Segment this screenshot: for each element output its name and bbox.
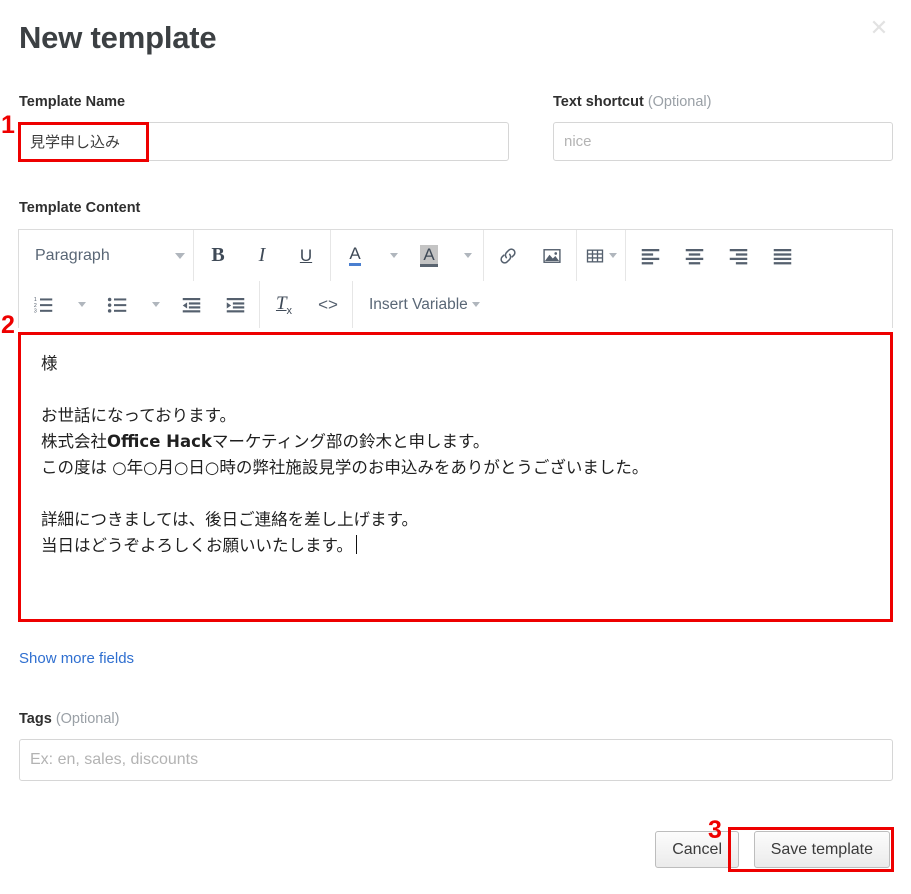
paragraph-style-select[interactable]: Paragraph (21, 239, 191, 273)
content-line-2 (41, 377, 870, 403)
content-line-4-suffix: マーケティング部の鈴木と申します。 (211, 432, 490, 451)
text-shortcut-label-text: Text shortcut (553, 94, 644, 110)
toolbar-row-2: 123 Tx <> Insert Variable (19, 281, 892, 328)
annotation-marker-2: 2 (1, 311, 15, 339)
toolbar-group-variable: Insert Variable (353, 281, 490, 328)
unordered-list-dropdown[interactable] (139, 288, 169, 322)
chevron-down-icon (175, 252, 185, 259)
save-template-button[interactable]: Save template (753, 831, 890, 868)
align-center-button[interactable] (672, 239, 716, 273)
toolbar-group-lists: 123 (19, 281, 260, 328)
chevron-down-icon (609, 253, 617, 258)
new-template-dialog: ✕ New template Template Name Text shortc… (0, 0, 911, 894)
align-left-button[interactable] (628, 239, 672, 273)
toolbar-group-textstyle: B I U (194, 230, 331, 281)
italic-button[interactable]: I (240, 239, 284, 273)
indent-icon (226, 297, 244, 312)
code-icon: <> (318, 294, 338, 314)
align-center-icon (685, 248, 703, 264)
content-line-1: 様 (41, 354, 58, 373)
annotation-marker-1: 1 (1, 111, 15, 139)
content-line-4-bold: Office Hack (107, 432, 212, 451)
highlight-color-icon: A (420, 244, 438, 267)
editor-toolbar: Paragraph B I U A A 1 2 3 Tx <> Insert V… (18, 229, 893, 328)
insert-variable-dropdown[interactable]: Insert Variable (355, 288, 488, 322)
highlight-color-dropdown[interactable] (451, 239, 481, 273)
chevron-down-icon (471, 302, 480, 307)
underline-button[interactable]: U (284, 239, 328, 273)
font-color-dropdown[interactable] (377, 239, 407, 273)
insert-variable-label: Insert Variable (369, 295, 468, 313)
tags-label: Tags (Optional) (19, 711, 119, 727)
text-cursor (355, 535, 357, 554)
unordered-list-button[interactable] (95, 288, 139, 322)
content-line-5: この度は ○年○月○日○時の弊社施設見学のお申込みをありがとうございました。 (41, 458, 649, 477)
font-color-icon: A (349, 245, 361, 266)
image-icon (543, 248, 561, 263)
align-right-icon (729, 248, 747, 264)
template-content-editor[interactable]: 様 お世話になっております。 株式会社Office Hackマーケティング部の鈴… (18, 332, 893, 622)
toolbar-row-1: Paragraph B I U A A (19, 230, 892, 281)
toolbar-group-align (626, 230, 806, 281)
text-shortcut-input[interactable] (553, 122, 893, 161)
ordered-list-icon: 123 (33, 297, 52, 314)
outdent-icon (182, 297, 200, 312)
toolbar-group-tools: Tx <> (260, 281, 353, 328)
content-line-7: 詳細につきましては、後日ご連絡を差し上げます。 (41, 510, 419, 529)
toolbar-group-paragraph: Paragraph (19, 230, 194, 281)
tags-label-text: Tags (19, 711, 52, 727)
content-line-8-text: 当日はどうぞよろしくお願いいたします。 (41, 536, 353, 555)
template-name-label: Template Name (19, 94, 126, 110)
rich-text-editor: Paragraph B I U A A 1 2 3 Tx <> Insert V… (18, 229, 893, 328)
align-justify-button[interactable] (760, 239, 804, 273)
toolbar-group-insert (484, 230, 577, 281)
link-icon (500, 247, 516, 264)
paragraph-style-value: Paragraph (35, 246, 110, 264)
page-title: New template (19, 20, 217, 55)
insert-table-button[interactable] (579, 239, 623, 273)
tags-optional: (Optional) (55, 711, 120, 727)
outdent-button[interactable] (169, 288, 213, 322)
clear-formatting-button[interactable]: Tx (262, 288, 306, 322)
align-left-icon (641, 248, 659, 264)
content-line-4-prefix: 株式会社 (41, 432, 107, 451)
align-right-button[interactable] (716, 239, 760, 273)
highlight-color-button[interactable]: A (407, 239, 451, 273)
close-icon[interactable]: ✕ (867, 16, 891, 40)
underline-icon: U (299, 245, 313, 265)
template-name-input[interactable] (19, 122, 509, 161)
cancel-button[interactable]: Cancel (655, 831, 739, 868)
chevron-down-icon (152, 302, 160, 307)
show-more-fields-link[interactable]: Show more fields (19, 650, 134, 667)
table-icon (586, 249, 604, 262)
text-shortcut-label: Text shortcut (Optional) (553, 94, 711, 110)
code-view-button[interactable]: <> (306, 288, 350, 322)
content-line-4: 株式会社Office Hackマーケティング部の鈴木と申します。 (41, 429, 870, 455)
content-line-8: 当日はどうぞよろしくお願いいたします。 (41, 533, 870, 559)
ordered-list-dropdown[interactable] (65, 288, 95, 322)
chevron-down-icon (464, 253, 472, 258)
italic-icon: I (258, 244, 266, 266)
toolbar-group-colors: A A (331, 230, 484, 281)
insert-image-button[interactable] (530, 239, 574, 273)
clear-formatting-icon: Tx (275, 292, 293, 317)
content-line-3: お世話になっております。 (41, 406, 237, 425)
tags-input[interactable] (19, 739, 893, 781)
align-justify-icon (773, 248, 791, 264)
chevron-down-icon (390, 253, 398, 258)
content-line-6 (41, 481, 870, 507)
bold-icon: B (211, 244, 225, 266)
template-content-label: Template Content (19, 200, 141, 216)
bold-button[interactable]: B (196, 239, 240, 273)
insert-link-button[interactable] (486, 239, 530, 273)
indent-button[interactable] (213, 288, 257, 322)
chevron-down-icon (78, 302, 86, 307)
unordered-list-icon (107, 297, 126, 313)
toolbar-group-table (577, 230, 626, 281)
ordered-list-button[interactable]: 123 (21, 288, 65, 322)
svg-text:3: 3 (33, 308, 36, 314)
font-color-button[interactable]: A (333, 239, 377, 273)
text-shortcut-optional: (Optional) (647, 94, 712, 110)
